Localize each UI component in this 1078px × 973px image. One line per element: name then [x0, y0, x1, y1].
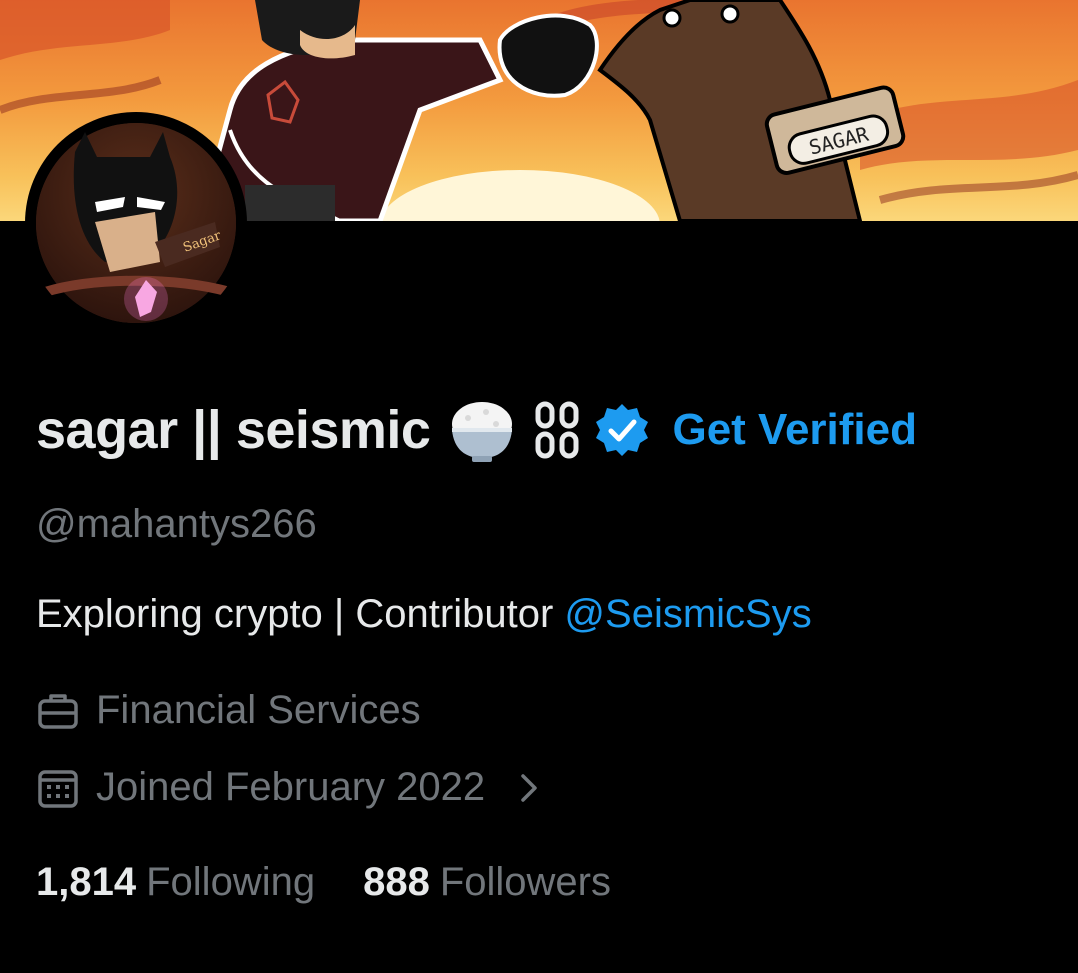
- bio-mention-link[interactable]: @SeismicSys: [564, 592, 811, 636]
- following-label: Following: [146, 860, 316, 904]
- profile-name-row: sagar || seismic Get Verified: [36, 394, 917, 466]
- avatar-illustration: Sagar: [36, 123, 236, 323]
- joined-label: Joined February 2022: [96, 765, 486, 809]
- rice-bowl-icon: [452, 402, 513, 462]
- followers-link[interactable]: 888 Followers: [363, 860, 611, 905]
- calendar-icon: [38, 769, 78, 808]
- following-link[interactable]: 1,814 Following: [36, 860, 315, 905]
- verified-badge-icon[interactable]: [594, 402, 650, 458]
- followers-count: 888: [363, 860, 430, 904]
- avatar[interactable]: Sagar: [25, 112, 247, 334]
- chevron-right-icon[interactable]: [515, 770, 543, 806]
- followers-label: Followers: [439, 860, 611, 904]
- display-name: sagar || seismic: [36, 400, 431, 460]
- following-count: 1,814: [36, 860, 137, 904]
- profile-category: Financial Services: [36, 688, 421, 733]
- briefcase-icon: [38, 693, 78, 729]
- profile-joined[interactable]: Joined February 2022: [36, 765, 543, 810]
- chain-link-icon: [535, 401, 579, 459]
- bio-text: Exploring crypto | Contributor: [36, 592, 554, 636]
- profile-stats: 1,814 Following 888 Followers: [36, 860, 611, 905]
- profile-handle: @mahantys266: [36, 502, 317, 546]
- profile-bio: Exploring crypto | Contributor @SeismicS…: [36, 592, 812, 637]
- get-verified-link[interactable]: Get Verified: [672, 405, 917, 455]
- category-label: Financial Services: [96, 688, 421, 732]
